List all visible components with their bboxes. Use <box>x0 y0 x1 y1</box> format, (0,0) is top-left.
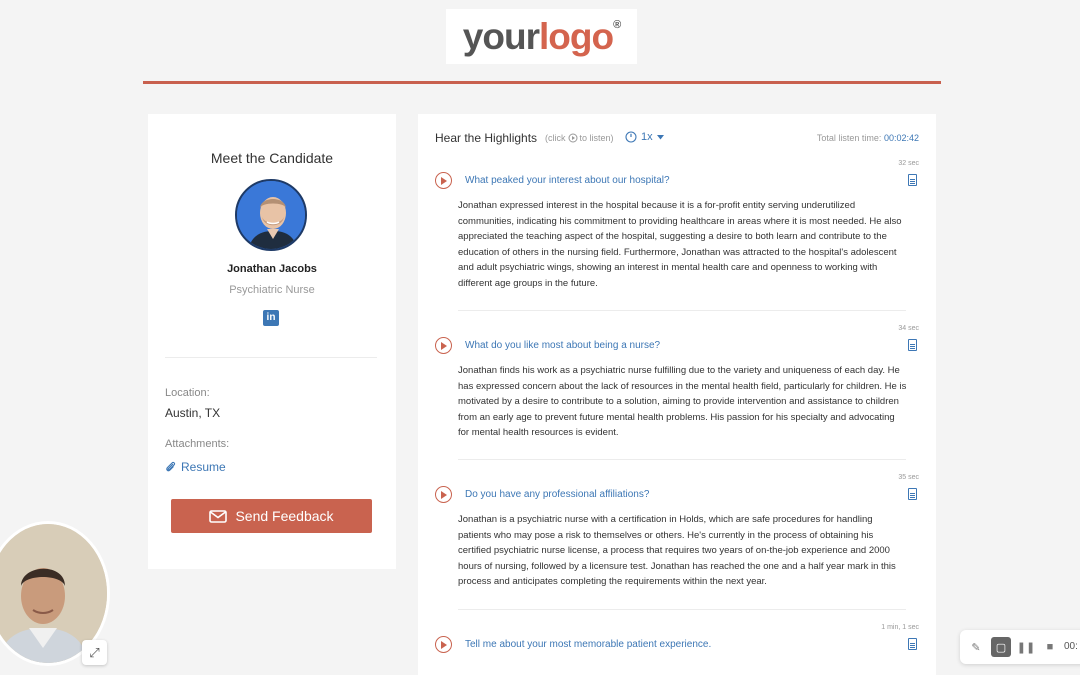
total-listen-label: Total listen time: <box>816 133 882 143</box>
question-duration: 32 sec <box>898 160 919 167</box>
listen-hint: (click to listen) <box>545 133 614 143</box>
candidate-name: Jonathan Jacobs <box>227 263 317 275</box>
card-divider <box>165 357 377 358</box>
question-divider <box>458 459 906 460</box>
play-icon[interactable] <box>435 172 452 189</box>
note-icon[interactable]: ▢ <box>991 637 1011 657</box>
send-feedback-label: Send Feedback <box>235 508 334 524</box>
total-listen-time: Total listen time: 00:02:42 <box>817 133 919 143</box>
answer-summary: Jonathan expressed interest in the hospi… <box>458 200 902 289</box>
question-text[interactable]: Tell me about your most memorable patien… <box>465 639 711 650</box>
question-text[interactable]: What do you like most about being a nurs… <box>465 340 660 351</box>
playback-speed-value: 1x <box>641 131 653 143</box>
transcript-doc-icon[interactable] <box>908 488 917 500</box>
question-text[interactable]: What peaked your interest about our hosp… <box>465 175 670 186</box>
play-icon[interactable] <box>435 636 452 653</box>
answer-summary: Jonathan finds his work as a psychiatric… <box>458 365 907 438</box>
transcript-doc-icon[interactable] <box>908 339 917 351</box>
attachments-label: Attachments: <box>165 438 230 450</box>
location-value: Austin, TX <box>165 406 221 420</box>
chevron-down-icon <box>656 134 664 139</box>
logo-logo-text: logo <box>538 16 614 57</box>
question-duration: 35 sec <box>898 474 919 481</box>
playback-speed-select[interactable]: 1x <box>625 131 664 143</box>
pause-icon[interactable]: ❚❚ <box>1016 637 1036 657</box>
recording-toolbar: ✎ ▢ ❚❚ ■ 00: <box>960 630 1080 664</box>
transcript-doc-icon[interactable] <box>908 638 917 650</box>
question-divider <box>458 310 906 311</box>
question-row: Do you have any professional affiliation… <box>435 474 919 505</box>
send-feedback-button[interactable]: Send Feedback <box>171 499 372 533</box>
play-circle-icon <box>568 133 577 143</box>
avatar-portrait-icon <box>237 181 305 249</box>
expand-icon[interactable]: ⤢ <box>82 640 107 665</box>
highlight-item: Do you have any professional affiliation… <box>435 474 919 587</box>
speed-gauge-icon <box>625 131 637 143</box>
answer-summary: Jonathan is a psychiatric nurse with a c… <box>458 514 896 587</box>
question-text[interactable]: Do you have any professional affiliation… <box>465 489 649 500</box>
paperclip-icon <box>166 461 176 472</box>
resume-label: Resume <box>181 460 226 474</box>
candidate-avatar <box>235 179 307 251</box>
question-row: What do you like most about being a nurs… <box>435 325 919 356</box>
transcript-doc-icon[interactable] <box>908 174 917 186</box>
highlight-item: What peaked your interest about our hosp… <box>435 160 919 289</box>
logo: yourlogo® <box>446 9 637 64</box>
question-row: Tell me about your most memorable patien… <box>435 624 919 655</box>
candidate-role: Psychiatric Nurse <box>229 284 315 296</box>
question-divider <box>458 609 906 610</box>
location-label: Location: <box>165 387 210 399</box>
highlight-item: What do you like most about being a nurs… <box>435 325 919 438</box>
listen-hint-suffix: to listen) <box>579 133 614 143</box>
logo-your-text: your <box>462 16 540 57</box>
question-duration: 34 sec <box>898 325 919 332</box>
brand-divider <box>143 81 941 84</box>
highlights-title: Hear the Highlights <box>435 131 538 145</box>
play-icon[interactable] <box>435 337 452 354</box>
linkedin-icon[interactable]: in <box>263 310 279 326</box>
total-listen-value: 00:02:42 <box>883 133 919 143</box>
listen-hint-prefix: (click <box>545 133 566 143</box>
candidate-heading: Meet the Candidate <box>210 150 334 166</box>
question-duration: 1 min, 1 sec <box>881 624 919 631</box>
play-icon[interactable] <box>435 486 452 503</box>
logo-registered-mark: ® <box>613 19 621 31</box>
resume-link[interactable]: Resume <box>165 460 226 474</box>
highlight-item: Tell me about your most memorable patien… <box>435 624 919 655</box>
question-row: What peaked your interest about our hosp… <box>435 160 919 191</box>
stop-icon[interactable]: ■ <box>1040 637 1060 657</box>
highlights-header: Hear the Highlights (click to listen) 1x… <box>435 131 919 149</box>
highlights-panel: Hear the Highlights (click to listen) 1x… <box>418 114 936 675</box>
envelope-icon <box>209 509 228 523</box>
pen-icon[interactable]: ✎ <box>966 637 986 657</box>
candidate-card: Meet the Candidate Jonathan Jacobs Psych… <box>148 114 396 569</box>
recording-time: 00: <box>1064 641 1078 652</box>
